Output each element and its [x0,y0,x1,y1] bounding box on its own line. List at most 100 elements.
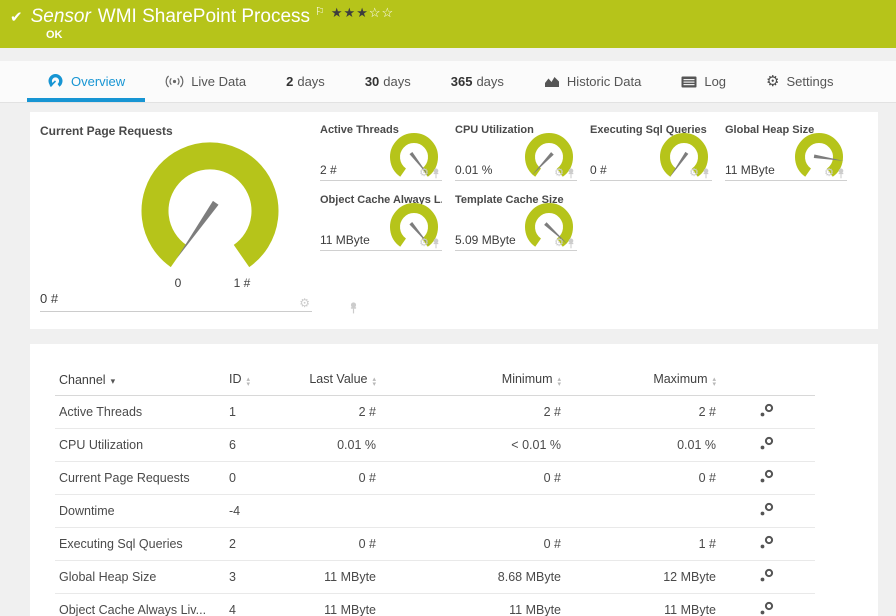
stars-filled: ★★★ [330,5,369,20]
channel-id: 1 [225,395,280,429]
table-row[interactable]: Global Heap Size 3 11 MByte 8.68 MByte 1… [55,560,815,594]
channel-id: 3 [225,560,280,594]
main-gauge-dial [141,142,279,268]
tab-label: Overview [71,74,126,89]
tab-number: 2 [286,74,294,89]
channel-name[interactable]: Executing Sql Queries [55,527,225,561]
col-header-channel[interactable]: Channel ▾ [55,366,225,396]
tab-historic-data[interactable]: Historic Data [524,61,661,102]
col-header-id[interactable]: ID ▴ ▾ [225,366,280,396]
channel-id: -4 [225,494,280,528]
table-row[interactable]: Object Cache Always Liv... 4 11 MByte 11… [55,593,815,616]
sort-icon: ▴ ▾ [246,376,251,388]
table-row[interactable]: CPU Utilization 6 0.01 % < 0.01 % 0.01 % [55,428,815,462]
status-badge: OK [46,29,63,41]
small-gauges-grid: Active Threads 2 # ⚙ CPU Utilization 0.0… [320,124,866,329]
channel-minimum: < 0.01 % [380,428,565,462]
channel-last-value: 0.01 % [280,428,380,462]
channel-maximum: 0 # [565,461,720,495]
gauge-value: 5.09 MByte [455,233,516,247]
col-header-maximum[interactable]: Maximum ▴ ▾ [565,366,720,396]
tab-settings[interactable]: ⚙ Settings [746,61,853,102]
gauge-icon [48,74,63,87]
channel-settings-icon[interactable] [759,601,775,616]
gear-icon: ⚙ [766,73,780,90]
channel-maximum: 1 # [565,527,720,561]
channel-minimum: 0 # [380,527,565,561]
log-icon [681,76,697,87]
channel-last-value: 11 MByte [280,593,380,616]
gauge-settings-icon[interactable]: ⚙ [824,168,834,179]
channel-settings-icon[interactable] [759,436,775,451]
gauge-settings-icon[interactable]: ⚙ [554,168,564,179]
channel-table: Channel ▾ ID ▴ ▾ Last Value ▴ ▾ Minimum ▴ ▾ Max… [55,366,815,616]
sensor-header: ✔ Sensor WMI SharePoint Process ⚐ ★★★☆☆ … [0,0,896,48]
channel-name[interactable]: Global Heap Size [55,560,225,594]
pin-icon[interactable] [702,168,710,179]
channel-settings-icon[interactable] [759,568,775,583]
channel-minimum [380,494,565,528]
tab-365-days[interactable]: 365 days [431,61,524,102]
overview-gauges-panel: Current Page Requests 0 1 # 0 # ⚙ Active… [30,112,878,329]
channel-minimum: 11 MByte [380,593,565,616]
channel-table-panel: Channel ▾ ID ▴ ▾ Last Value ▴ ▾ Minimum ▴ ▾ Max… [30,344,878,616]
priority-flag-icon[interactable]: ⚐ [315,5,325,18]
stars-empty: ☆☆ [368,5,395,20]
sort-desc-icon: ▾ [110,375,116,386]
gauge-global-heap-size: Global Heap Size 11 MByte ⚙ [725,124,847,181]
table-row[interactable]: Active Threads 1 2 # 2 # 2 # [55,395,815,429]
pin-icon[interactable] [567,168,575,179]
pin-icon[interactable] [349,302,358,314]
gauge-scale-max: 1 # [233,276,251,290]
channel-last-value: 0 # [280,461,380,495]
gauge-settings-icon[interactable]: ⚙ [554,238,564,249]
tab-bar: Overview Live Data 2 days 30 days 365 days … [0,61,896,103]
channel-minimum: 8.68 MByte [380,560,565,594]
sort-icon: ▴ ▾ [557,376,561,388]
tab-live-data[interactable]: Live Data [145,61,266,102]
channel-name[interactable]: Current Page Requests [55,461,225,495]
channel-name[interactable]: Object Cache Always Liv... [55,593,225,616]
table-row[interactable]: Downtime -4 [55,494,815,528]
col-header-minimum[interactable]: Minimum ▴ ▾ [380,366,565,396]
channel-settings-icon[interactable] [759,403,775,418]
gauge-value: 2 # [320,163,337,177]
live-data-icon [165,75,184,88]
tab-2-days[interactable]: 2 days [266,61,345,102]
gauge-settings-icon[interactable]: ⚙ [299,297,310,309]
tab-30-days[interactable]: 30 days [345,61,431,102]
tab-number: 365 [450,74,473,89]
chart-icon [544,77,559,87]
channel-settings-icon[interactable] [759,535,775,550]
channel-settings-icon[interactable] [759,502,775,517]
col-header-last-value[interactable]: Last Value ▴ ▾ [280,366,380,396]
channel-id: 0 [225,461,280,495]
tab-overview[interactable]: Overview [27,61,145,102]
channel-settings-icon[interactable] [759,469,775,484]
channel-maximum: 2 # [565,395,720,429]
table-row[interactable]: Executing Sql Queries 2 0 # 0 # 1 # [55,527,815,561]
tab-log[interactable]: Log [661,61,746,102]
channel-name[interactable]: CPU Utilization [55,428,225,462]
pin-icon[interactable] [432,238,440,249]
sensor-kind-label: Sensor [30,6,91,27]
channel-minimum: 2 # [380,395,565,429]
gauge-settings-icon[interactable]: ⚙ [689,168,699,179]
gauge-value: 11 MByte [725,163,775,177]
pin-icon[interactable] [432,168,440,179]
gauge-cpu-utilization: CPU Utilization 0.01 % ⚙ [455,124,577,181]
pin-icon[interactable] [567,238,575,249]
channel-name[interactable]: Active Threads [55,395,225,429]
gauge-settings-icon[interactable]: ⚙ [419,168,429,179]
channel-maximum [565,494,720,528]
pin-icon[interactable] [837,168,845,179]
channel-last-value: 11 MByte [280,560,380,594]
table-row[interactable]: Current Page Requests 0 0 # 0 # 0 # [55,461,815,495]
channel-last-value [280,494,380,528]
channel-id: 6 [225,428,280,462]
priority-stars[interactable]: ★★★☆☆ [331,5,394,21]
channel-name[interactable]: Downtime [55,494,225,528]
gauge-current-page-requests: Current Page Requests 0 1 # 0 # ⚙ [40,124,357,314]
gauge-settings-icon[interactable]: ⚙ [419,238,429,249]
gauge-executing-sql-queries: Executing Sql Queries 0 # ⚙ [590,124,712,181]
